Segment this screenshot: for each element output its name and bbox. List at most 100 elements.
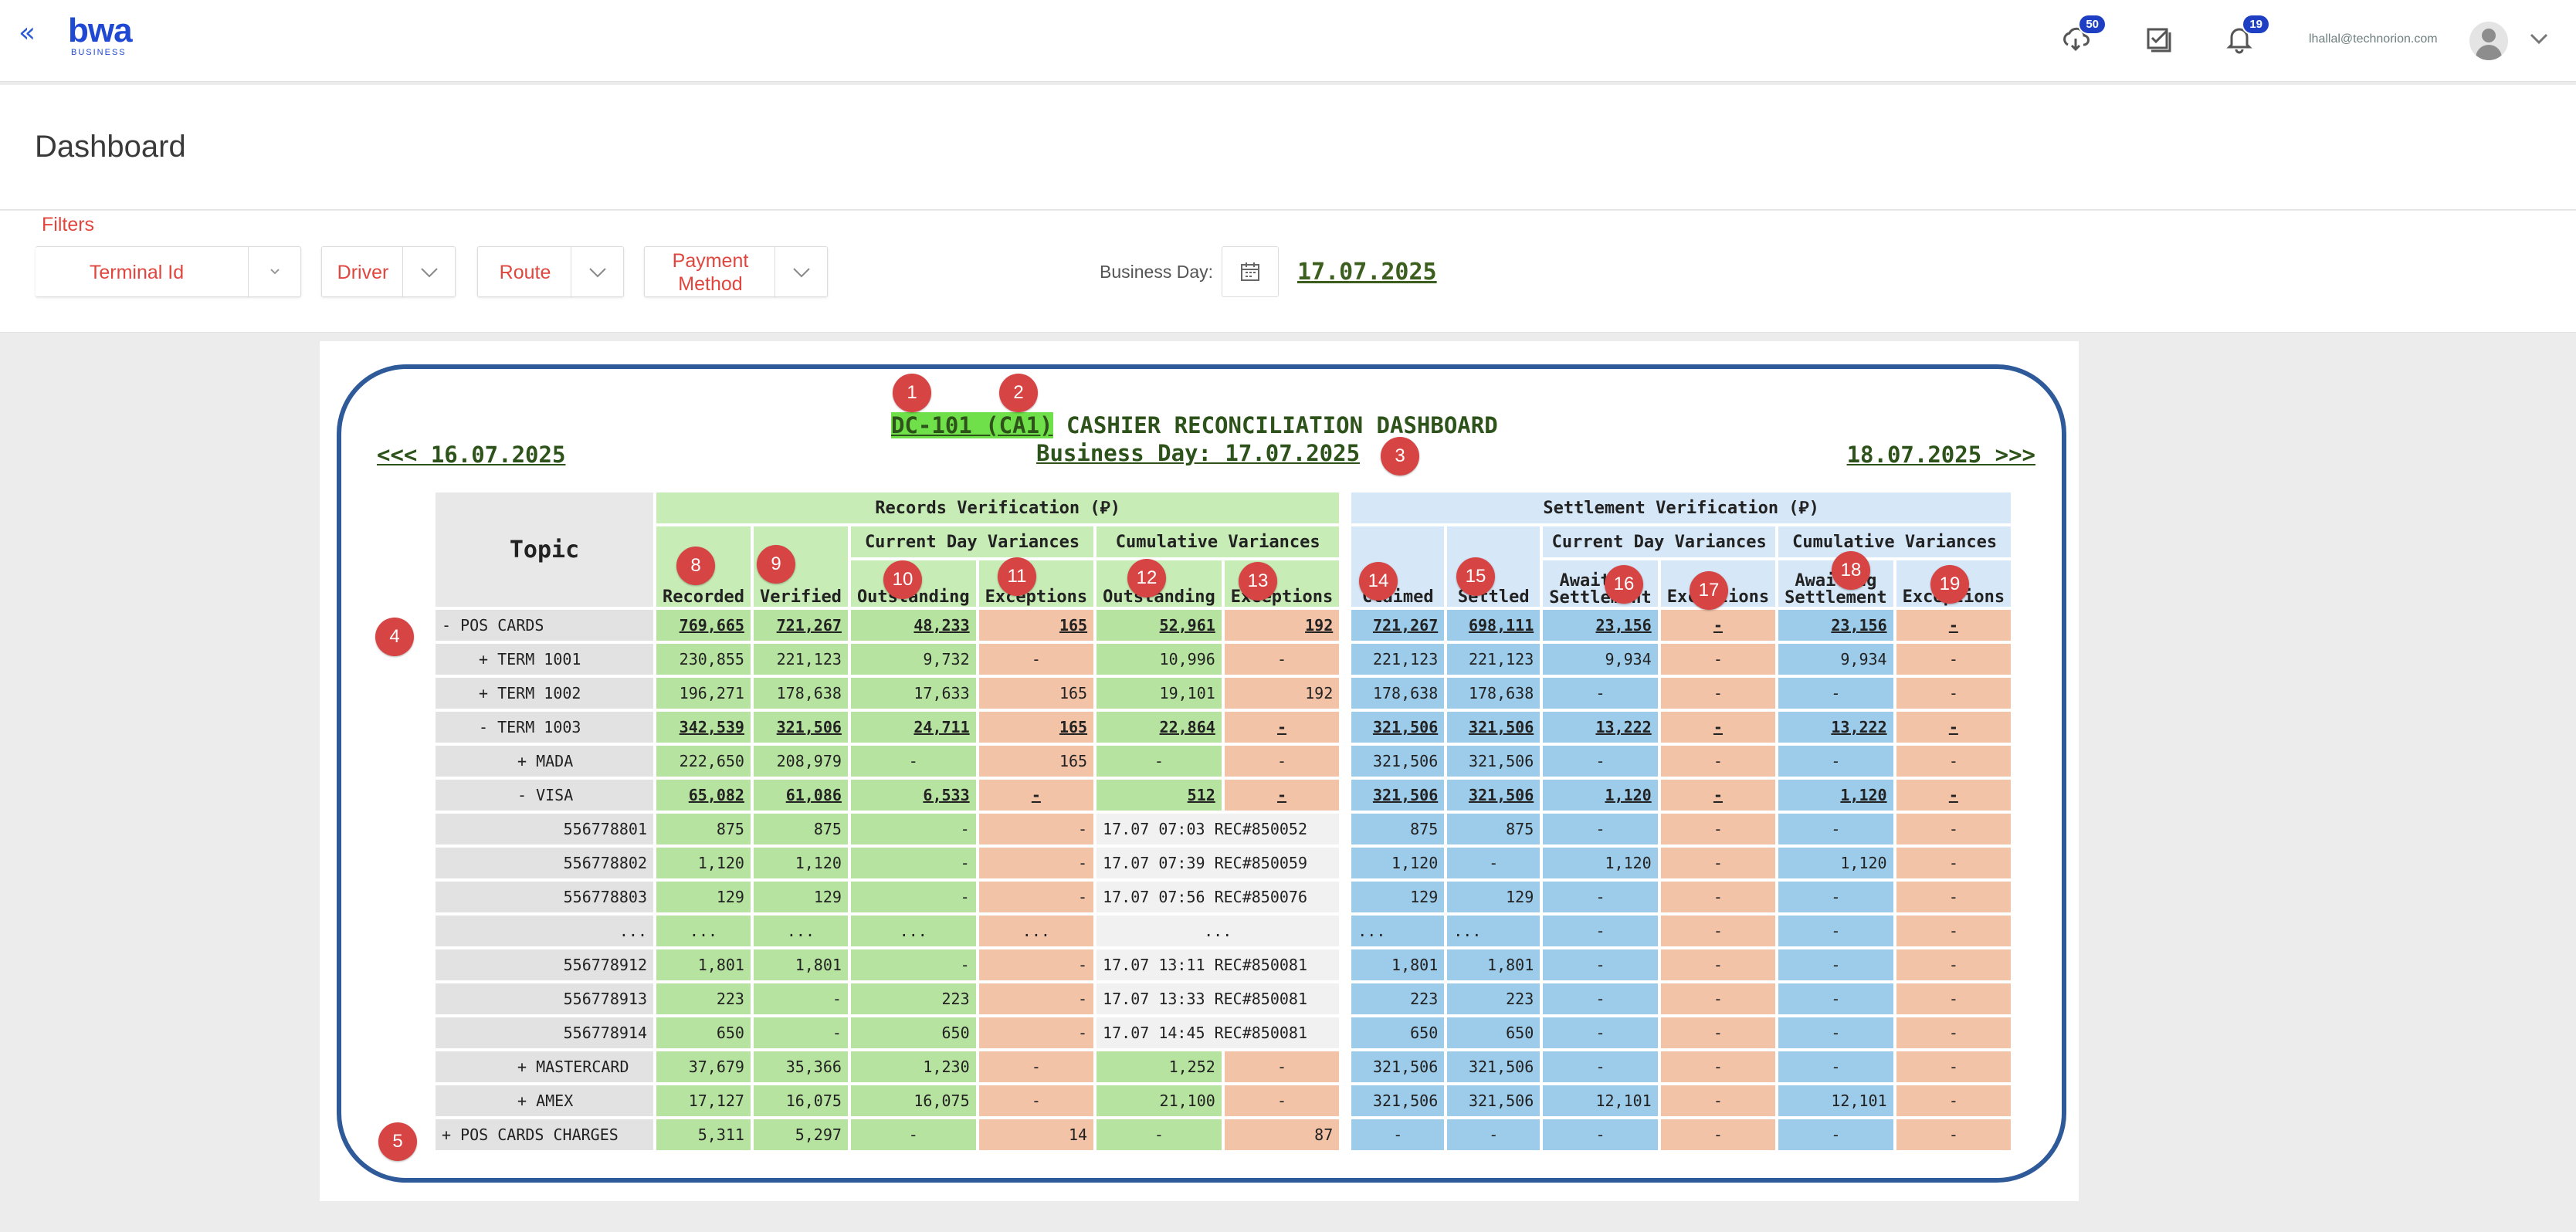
collapse-sidebar-icon[interactable]: «: [19, 17, 36, 49]
cell: 875: [1351, 814, 1445, 844]
row-topic[interactable]: + AMEX: [436, 1085, 653, 1116]
row-topic[interactable]: + POS CARDS CHARGES: [436, 1119, 653, 1150]
cell: 321,506: [1447, 1051, 1541, 1082]
table-body: - POS CARDS 769,665 721,267 48,233 165 52,961…: [436, 610, 2012, 1150]
payment-method-label: Payment Method: [672, 250, 749, 295]
cell: ...: [1351, 916, 1445, 946]
driver-select[interactable]: Driver: [321, 246, 456, 298]
dashboard-card: DC-101 (CA1) CASHIER RECONCILIATION DASH…: [320, 341, 2079, 1201]
callout-marker: 13: [1239, 562, 1277, 601]
table-row[interactable]: - TERM 1003 342,539 321,506 24,711 165 22,864…: [436, 712, 2012, 743]
row-topic[interactable]: ...: [436, 916, 653, 946]
cumulative-variances-header: Cumulative Variances: [1096, 526, 1340, 557]
row-topic[interactable]: + TERM 1002: [436, 678, 653, 709]
cell: -: [1778, 1119, 1893, 1150]
cell: -: [978, 644, 1094, 675]
cell: 17,633: [850, 678, 976, 709]
cell: 321,506: [1447, 746, 1541, 777]
cell: -: [1660, 983, 1776, 1014]
row-topic[interactable]: - VISA: [436, 780, 653, 811]
cell: -: [1778, 678, 1893, 709]
notifications-badge: 19: [2242, 14, 2270, 35]
calendar-icon[interactable]: [1222, 246, 1279, 297]
cell: -: [1351, 1119, 1445, 1150]
cell: -: [1543, 1017, 1658, 1048]
avatar[interactable]: [2469, 22, 2508, 60]
bell-icon[interactable]: 19: [2224, 14, 2270, 54]
cell: -: [1543, 1119, 1658, 1150]
cell: ...: [978, 916, 1094, 946]
cell: -: [1660, 678, 1776, 709]
receipt-reference[interactable]: 17.07 07:39 REC#850059: [1096, 848, 1340, 878]
callout-marker: 5: [378, 1122, 417, 1161]
cell: 23,156: [1543, 610, 1658, 641]
next-day-link[interactable]: 18.07.2025 >>>: [1847, 442, 2035, 468]
row-topic[interactable]: - TERM 1003: [436, 712, 653, 743]
table-row[interactable]: 556778913 223-223-17.07 13:33 REC#850081 2…: [436, 983, 2012, 1014]
cell: 9,732: [850, 644, 976, 675]
route-select[interactable]: Route: [477, 246, 624, 298]
cell: -: [1447, 1119, 1541, 1150]
cell: -: [1660, 848, 1776, 878]
chevron-down-icon[interactable]: [402, 247, 455, 298]
row-topic[interactable]: + TERM 1001: [436, 644, 653, 675]
cell: -: [753, 983, 848, 1014]
row-topic[interactable]: 556778914: [436, 1017, 653, 1048]
cell: -: [1778, 882, 1893, 912]
receipt-reference[interactable]: 17.07 14:45 REC#850081: [1096, 1017, 1340, 1048]
receipt-reference[interactable]: 17.07 07:03 REC#850052: [1096, 814, 1340, 844]
chevron-down-icon[interactable]: [248, 247, 300, 298]
receipt-reference[interactable]: ...: [1096, 916, 1340, 946]
table-row[interactable]: ........................ - - - -: [436, 916, 2012, 946]
cloud-download-icon[interactable]: 50: [2060, 14, 2107, 54]
previous-day-link[interactable]: <<< 16.07.2025: [377, 442, 565, 468]
cell: -: [1543, 746, 1658, 777]
table-row[interactable]: + AMEX 17,127 16,075 16,075-21,100-321,506 3…: [436, 1085, 2012, 1116]
cell: -: [978, 780, 1094, 811]
dashboard-title: DC-101 (CA1) CASHIER RECONCILIATION DASH…: [891, 412, 1498, 438]
receipt-reference[interactable]: 17.07 07:56 REC#850076: [1096, 882, 1340, 912]
row-topic[interactable]: 556778912: [436, 949, 653, 980]
cell: 221,123: [753, 644, 848, 675]
table-row[interactable]: + TERM 1002 196,271 178,638 17,633 165 19,101…: [436, 678, 2012, 709]
row-topic[interactable]: + MADA: [436, 746, 653, 777]
cell: 16,075: [850, 1085, 976, 1116]
table-row[interactable]: - VISA 65,082 61,086 6,533-512-321,506 321,5…: [436, 780, 2012, 811]
tasks-check-icon[interactable]: [2144, 23, 2174, 54]
cell: 223: [1351, 983, 1445, 1014]
exceptions-header: Exceptions: [978, 560, 1094, 607]
row-topic[interactable]: 556778913: [436, 983, 653, 1014]
receipt-reference[interactable]: 17.07 13:11 REC#850081: [1096, 949, 1340, 980]
cell: ...: [753, 916, 848, 946]
payment-method-select[interactable]: Payment Method: [644, 246, 828, 298]
row-topic[interactable]: - POS CARDS: [436, 610, 653, 641]
table-row[interactable]: + TERM 1001 230,855 221,123 9,732-10,996-22…: [436, 644, 2012, 675]
table-row[interactable]: - POS CARDS 769,665 721,267 48,233 165 52,961…: [436, 610, 2012, 641]
business-day-value[interactable]: 17.07.2025: [1297, 259, 1437, 286]
row-topic[interactable]: 556778802: [436, 848, 653, 878]
table-row[interactable]: 556778803 129 129- -17.07 07:56 REC#850076 1…: [436, 882, 2012, 912]
table-row[interactable]: 556778912 1,801 1,801- -17.07 13:11 REC#850…: [436, 949, 2012, 980]
row-topic[interactable]: 556778803: [436, 882, 653, 912]
table-row[interactable]: 556778914 650-650-17.07 14:45 REC#850081 6…: [436, 1017, 2012, 1048]
table-row[interactable]: 556778801 875 875- -17.07 07:03 REC#850052 8…: [436, 814, 2012, 844]
chevron-down-icon[interactable]: [774, 247, 827, 298]
cell: 61,086: [753, 780, 848, 811]
table-row[interactable]: 556778802 1,120 1,120- -17.07 07:39 REC#850…: [436, 848, 2012, 878]
table-row[interactable]: + MADA 222,650 208,979-165- -321,506 321,506…: [436, 746, 2012, 777]
chevron-down-icon[interactable]: [2528, 31, 2550, 50]
table-row[interactable]: + POS CARDS CHARGES 5,311 5,297-14-87- - - - -…: [436, 1119, 2012, 1150]
callout-marker: 16: [1605, 565, 1643, 604]
receipt-reference[interactable]: 17.07 13:33 REC#850081: [1096, 983, 1340, 1014]
table-row[interactable]: + MASTERCARD 37,679 35,366 1,230-1,252-321,…: [436, 1051, 2012, 1082]
row-topic[interactable]: 556778801: [436, 814, 653, 844]
cell: -: [978, 949, 1094, 980]
terminal-id-select[interactable]: Terminal Id: [36, 246, 301, 298]
row-topic[interactable]: + MASTERCARD: [436, 1051, 653, 1082]
cell: 1,120: [1778, 848, 1893, 878]
cell: 165: [978, 746, 1094, 777]
chevron-down-icon[interactable]: [571, 247, 623, 298]
cell: 129: [1351, 882, 1445, 912]
cell: -: [1778, 983, 1893, 1014]
logo[interactable]: bwa BUSINESS: [68, 14, 133, 58]
